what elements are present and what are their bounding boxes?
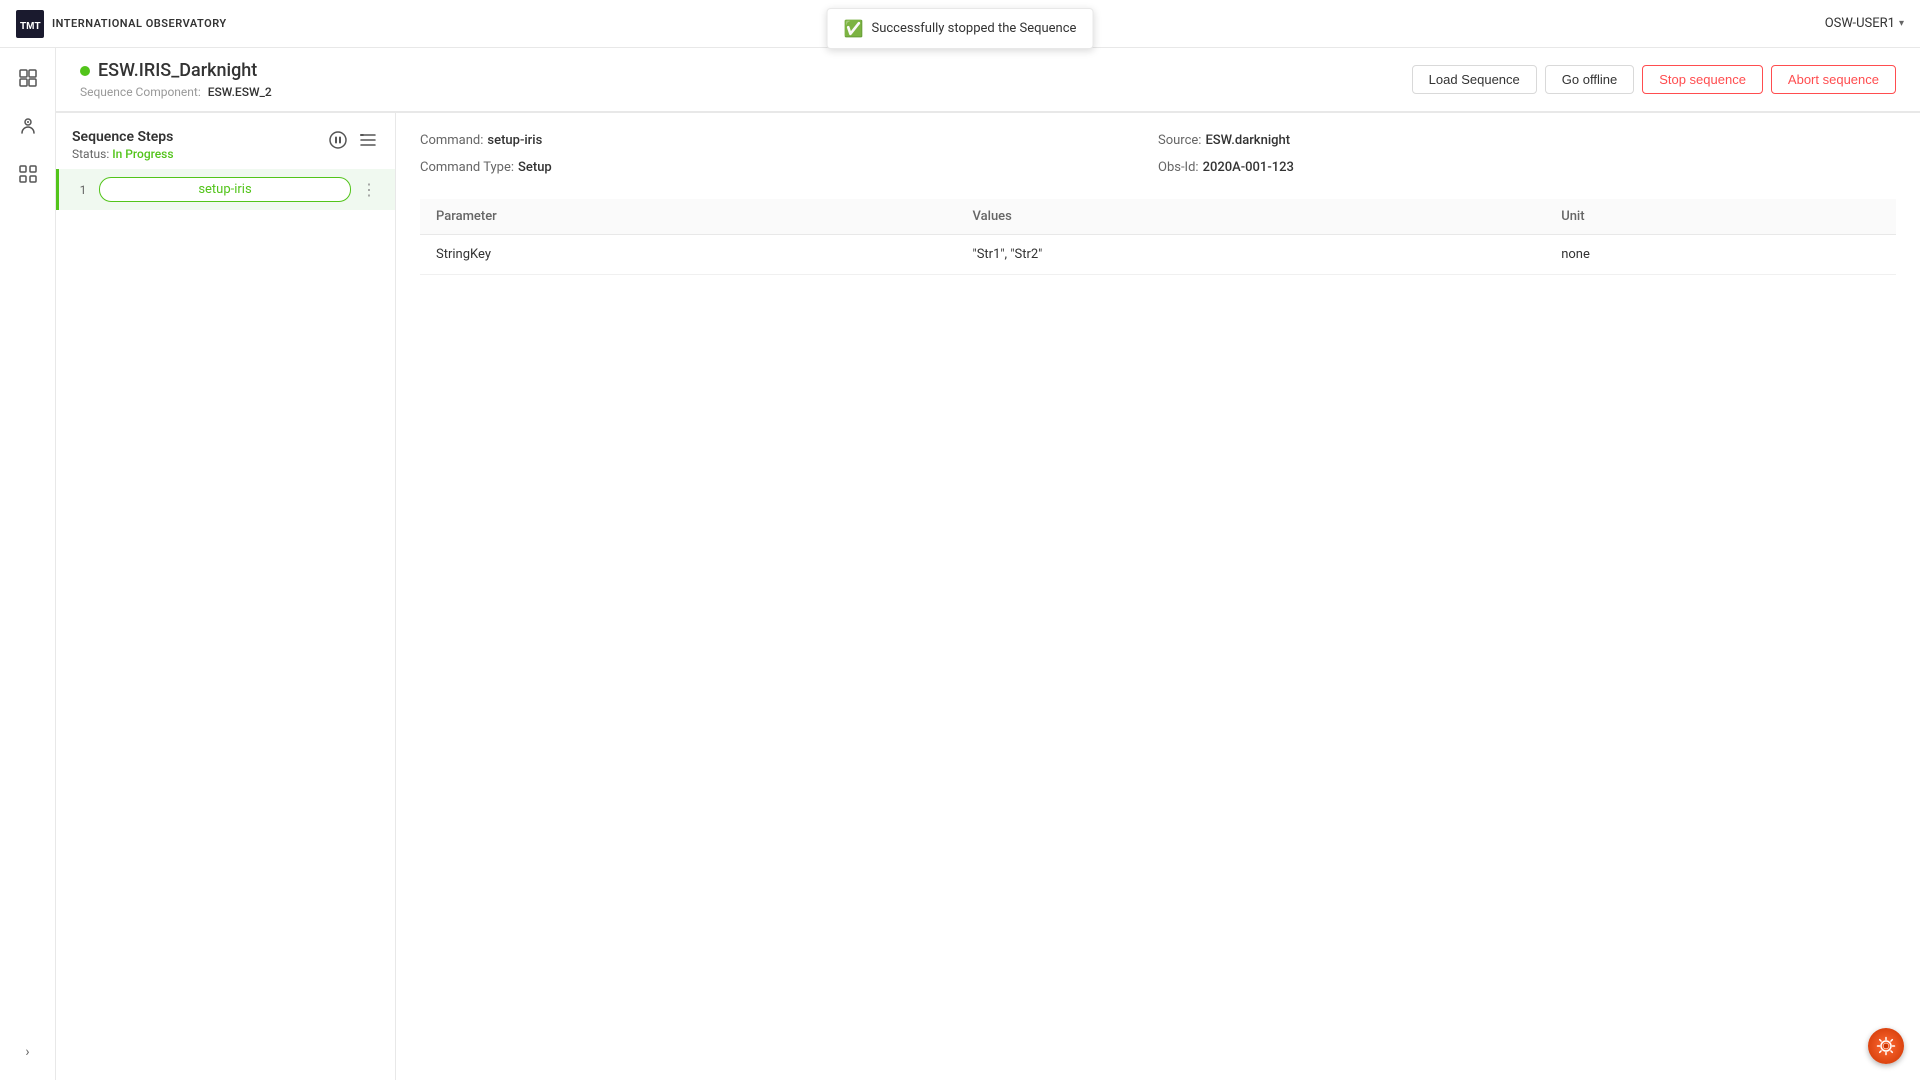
command-value: setup-iris xyxy=(487,133,542,148)
navbar: TMT INTERNATIONAL OBSERVATORY ✅ Successf… xyxy=(0,0,1920,48)
brand: TMT INTERNATIONAL OBSERVATORY xyxy=(16,10,227,38)
toast-check-icon: ✅ xyxy=(844,19,864,38)
sidebar-item-grid[interactable] xyxy=(8,60,48,100)
step-item-1[interactable]: 1 setup-iris ⋮ xyxy=(56,169,395,210)
settings-gear-button[interactable] xyxy=(1868,1028,1904,1064)
go-offline-button[interactable]: Go offline xyxy=(1545,65,1634,94)
subtitle-label: Sequence Component: xyxy=(80,85,201,99)
col-values: Values xyxy=(957,199,1546,235)
grid-icon xyxy=(18,68,38,93)
page-title: ESW.IRIS_Darknight xyxy=(80,60,272,81)
detail-meta-grid: Command: setup-iris Command Type: Setup … xyxy=(420,133,1896,175)
source-row: Source: ESW.darknight xyxy=(1158,133,1896,148)
app-title: INTERNATIONAL OBSERVATORY xyxy=(52,17,227,30)
sequence-component-label: Sequence Component: ESW.ESW_2 xyxy=(80,85,272,99)
sidebar-item-scope[interactable] xyxy=(8,108,48,148)
user-name: OSW-USER1 xyxy=(1825,16,1895,31)
sidebar-expand-button[interactable]: › xyxy=(16,1040,40,1064)
col-unit: Unit xyxy=(1545,199,1896,235)
toast-notification: ✅ Successfully stopped the Sequence xyxy=(827,8,1094,49)
main-content: ESW.IRIS_Darknight Sequence Component: E… xyxy=(56,48,1920,1080)
table-header: Parameter Values Unit xyxy=(420,199,1896,235)
pause-button[interactable] xyxy=(327,129,349,156)
steps-controls xyxy=(327,129,379,156)
source-label: Source: xyxy=(1158,133,1201,148)
chevron-right-icon: › xyxy=(25,1044,29,1060)
svg-text:TMT: TMT xyxy=(20,21,41,32)
page-header-actions: Load Sequence Go offline Stop sequence A… xyxy=(1412,65,1896,94)
user-menu[interactable]: OSW-USER1 ▾ xyxy=(1825,16,1904,31)
step-number: 1 xyxy=(75,183,91,197)
obs-id-row: Obs-Id: 2020A-001-123 xyxy=(1158,160,1896,175)
parameters-table: Parameter Values Unit StringKey"Str1", "… xyxy=(420,199,1896,275)
command-type-label: Command Type: xyxy=(420,160,514,175)
sequence-name: ESW.IRIS_Darknight xyxy=(98,60,257,81)
steps-title-group: Sequence Steps Status: In Progress xyxy=(72,129,174,161)
command-row: Command: setup-iris xyxy=(420,133,1158,148)
steps-status-label: Status: xyxy=(72,147,109,161)
app-layout: › ESW.IRIS_Darknight Sequence Component:… xyxy=(0,48,1920,1080)
detail-meta-right: Source: ESW.darknight Obs-Id: 2020A-001-… xyxy=(1158,133,1896,175)
source-value: ESW.darknight xyxy=(1205,133,1290,148)
step-label: setup-iris xyxy=(99,177,351,202)
cell-parameter: StringKey xyxy=(420,235,957,275)
page-header: ESW.IRIS_Darknight Sequence Component: E… xyxy=(56,48,1920,112)
command-type-row: Command Type: Setup xyxy=(420,160,1158,175)
status-online-indicator xyxy=(80,66,90,76)
obs-id-label: Obs-Id: xyxy=(1158,160,1199,175)
command-type-value: Setup xyxy=(518,160,552,175)
sequence-list-button[interactable] xyxy=(357,129,379,156)
sequence-area: Sequence Steps Status: In Progress xyxy=(56,112,1920,1080)
abort-sequence-button[interactable]: Abort sequence xyxy=(1771,65,1896,94)
col-parameter: Parameter xyxy=(420,199,957,235)
stop-sequence-button[interactable]: Stop sequence xyxy=(1642,65,1763,94)
step-menu-button[interactable]: ⋮ xyxy=(359,178,379,202)
steps-panel: Sequence Steps Status: In Progress xyxy=(56,113,396,1080)
steps-status: Status: In Progress xyxy=(72,147,174,161)
steps-header: Sequence Steps Status: In Progress xyxy=(56,129,395,169)
chevron-down-icon: ▾ xyxy=(1899,18,1904,29)
detail-panel: Command: setup-iris Command Type: Setup … xyxy=(396,113,1920,1080)
toast-message: Successfully stopped the Sequence xyxy=(871,21,1076,36)
table-header-row: Parameter Values Unit xyxy=(420,199,1896,235)
load-sequence-button[interactable]: Load Sequence xyxy=(1412,65,1537,94)
subtitle-value: ESW.ESW_2 xyxy=(208,85,272,99)
ellipsis-icon: ⋮ xyxy=(361,182,377,199)
sidebar: › xyxy=(0,48,56,1080)
apps-icon xyxy=(18,164,38,189)
page-header-left: ESW.IRIS_Darknight Sequence Component: E… xyxy=(80,60,272,99)
cell-unit: none xyxy=(1545,235,1896,275)
table-body: StringKey"Str1", "Str2"none xyxy=(420,235,1896,275)
person-scope-icon xyxy=(18,116,38,141)
detail-meta-left: Command: setup-iris Command Type: Setup xyxy=(420,133,1158,175)
cell-values: "Str1", "Str2" xyxy=(957,235,1546,275)
table-row: StringKey"Str1", "Str2"none xyxy=(420,235,1896,275)
obs-id-value: 2020A-001-123 xyxy=(1203,160,1294,175)
steps-status-value: In Progress xyxy=(112,147,173,161)
tmt-logo-icon: TMT xyxy=(16,10,44,38)
steps-title: Sequence Steps xyxy=(72,129,174,145)
sidebar-item-apps[interactable] xyxy=(8,156,48,196)
command-label: Command: xyxy=(420,133,483,148)
